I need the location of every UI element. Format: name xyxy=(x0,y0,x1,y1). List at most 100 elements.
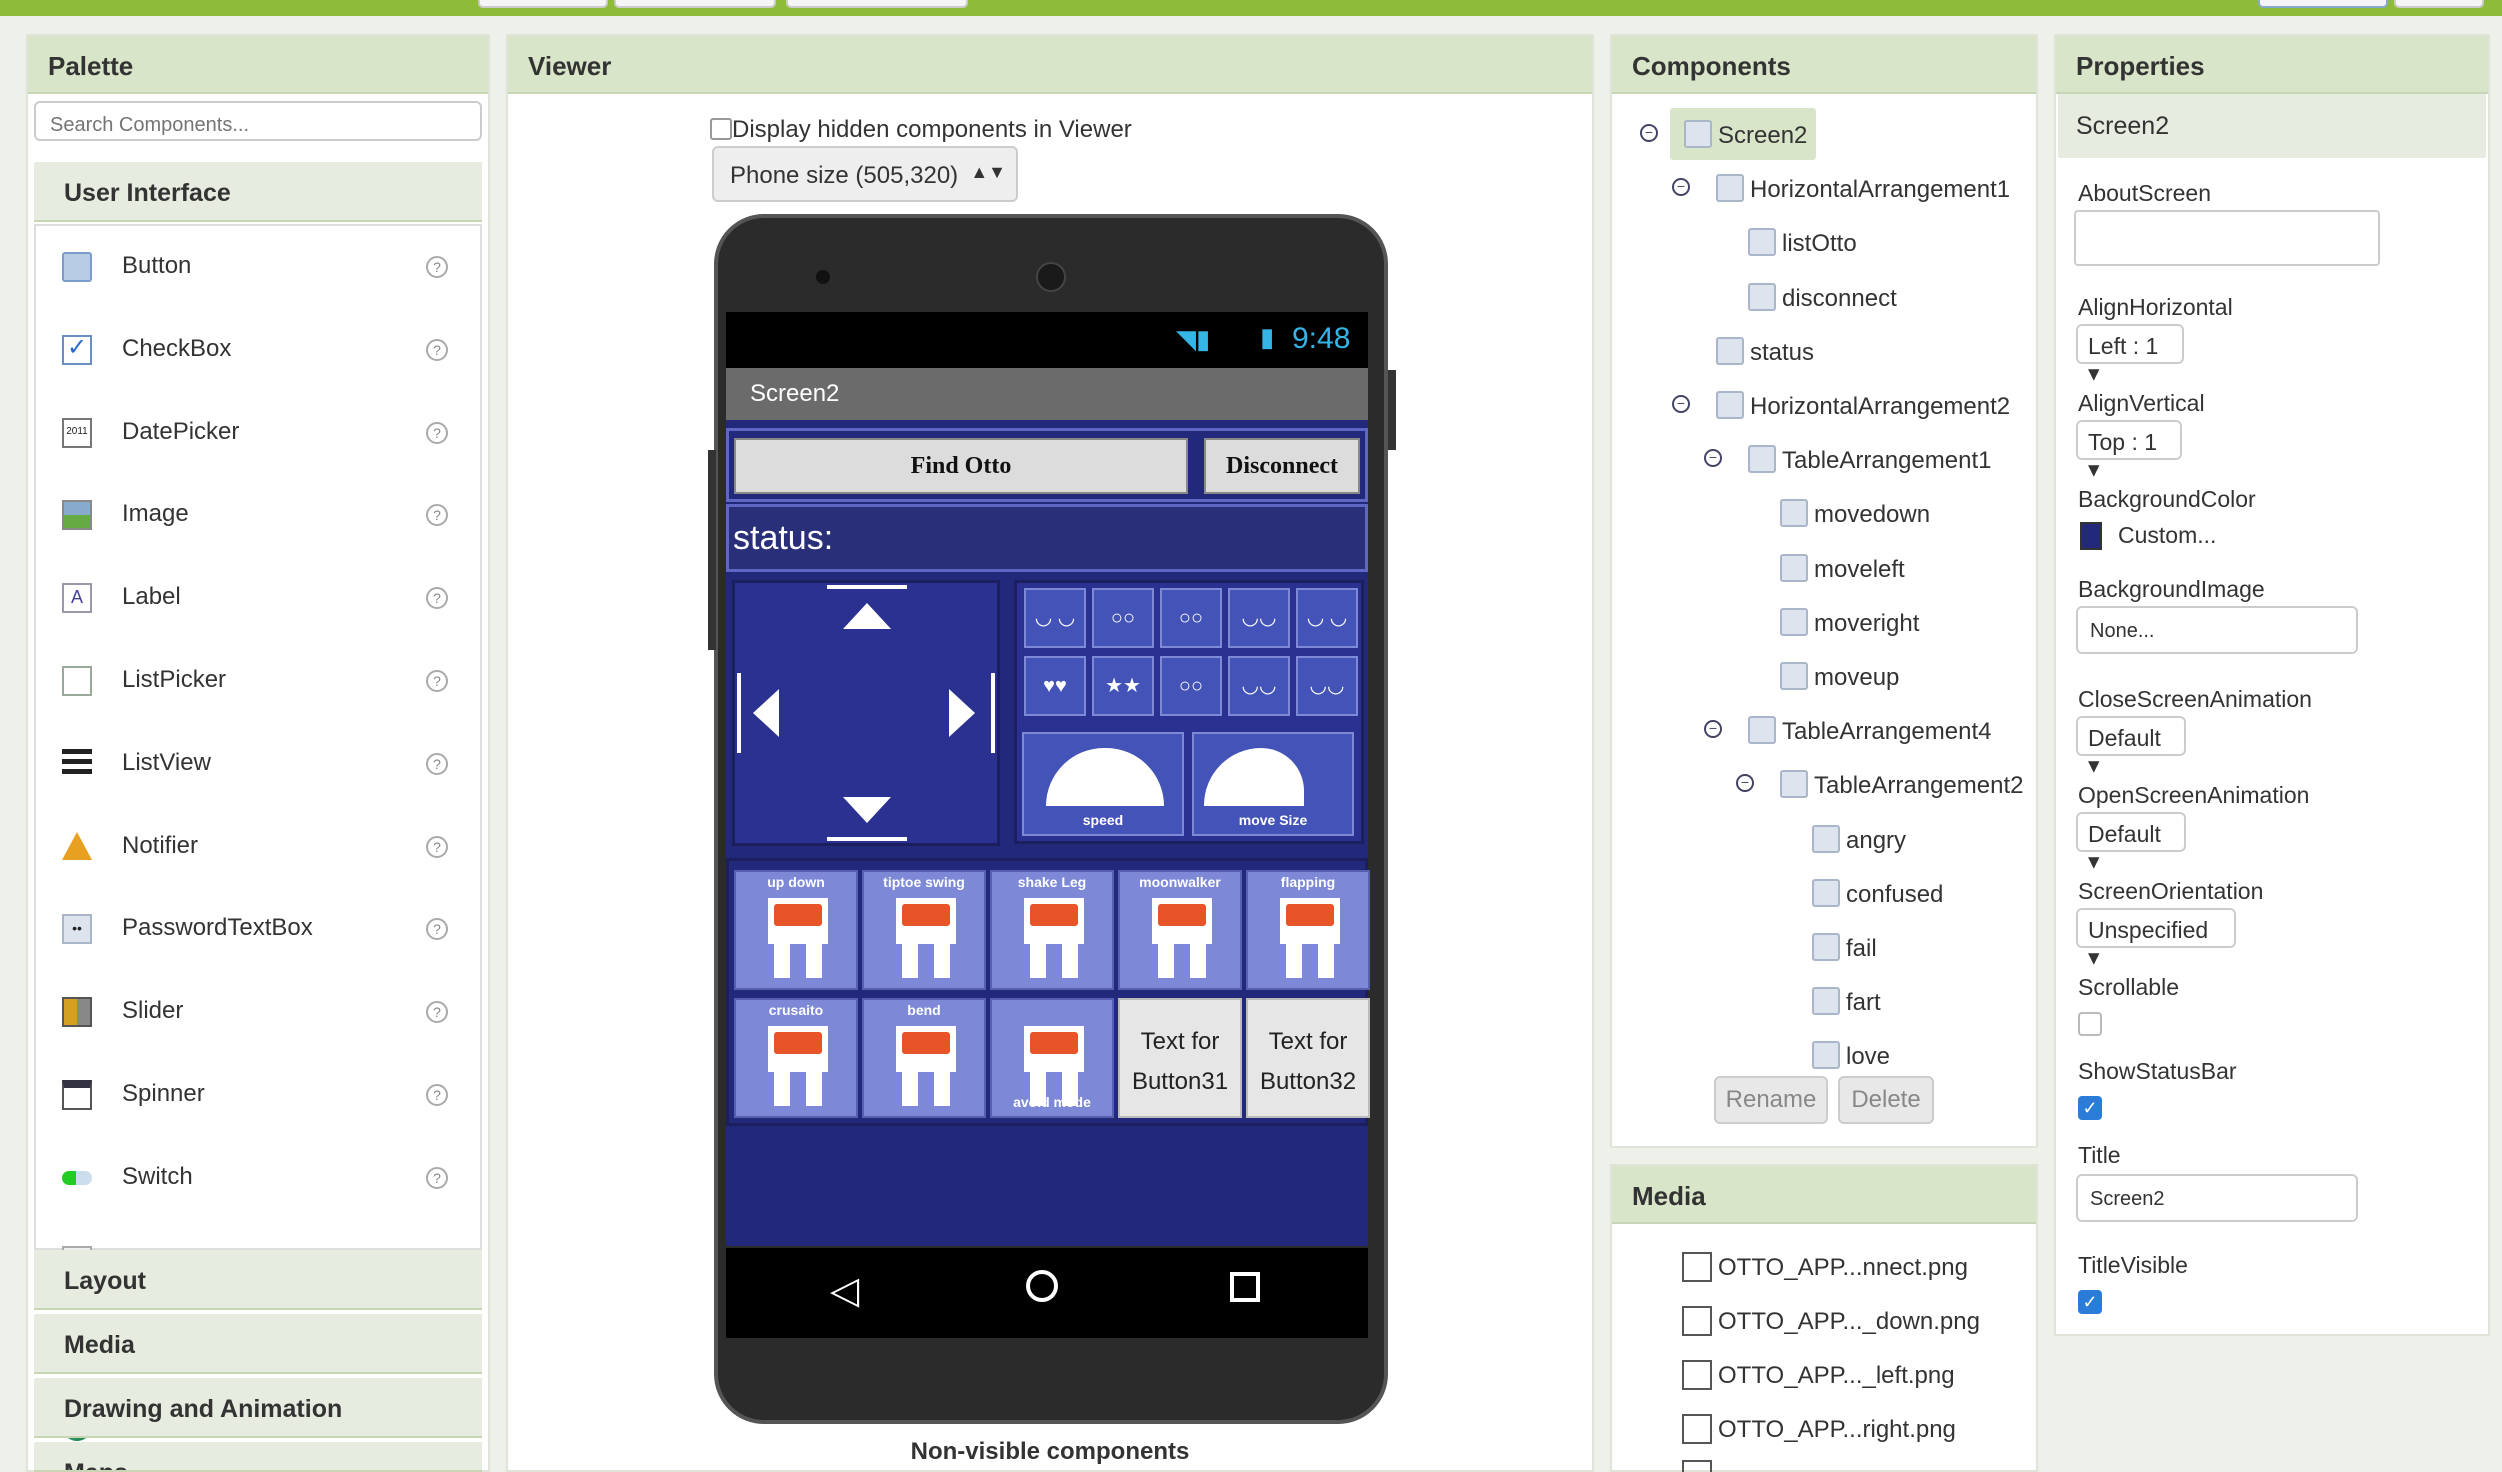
love-face-button[interactable]: ♥♥ xyxy=(1024,656,1086,716)
recents-nav-icon[interactable] xyxy=(1230,1272,1260,1302)
move-tile-label: up down xyxy=(767,874,825,890)
move-tile-shake-leg[interactable]: shake Leg xyxy=(990,870,1114,990)
toolbar-button[interactable] xyxy=(2394,0,2484,8)
palette-item-listview[interactable]: ListView? xyxy=(62,743,462,783)
listpicker-icon xyxy=(62,666,92,696)
find-otto-button[interactable]: Find Otto xyxy=(734,438,1188,494)
rename-button[interactable]: Rename xyxy=(1714,1076,1828,1124)
otto-face-icon xyxy=(1286,904,1334,926)
help-icon[interactable]: ? xyxy=(426,504,448,527)
disconnect-button[interactable]: Disconnect xyxy=(1204,438,1360,494)
background-color-swatch[interactable] xyxy=(2080,522,2102,550)
dropdown-caret-icon: ▾ xyxy=(2088,456,2100,482)
button32[interactable]: Text for Button32 xyxy=(1246,998,1370,1118)
help-icon[interactable]: ? xyxy=(426,256,448,278)
move-size-button[interactable]: move Size xyxy=(1192,732,1354,836)
help-icon[interactable]: ? xyxy=(426,1166,448,1189)
button31[interactable]: Text for Button31 xyxy=(1118,998,1242,1118)
toolbar-button[interactable] xyxy=(614,0,776,8)
align-horizontal-dropdown[interactable]: Left : 1 ▾ xyxy=(2076,324,2184,386)
title-input[interactable]: Screen2 xyxy=(2076,1174,2358,1222)
back-nav-icon[interactable]: ◁ xyxy=(830,1268,859,1313)
face-button[interactable]: ○○ xyxy=(1092,588,1154,648)
palette-item-notifier[interactable]: Notifier? xyxy=(62,826,462,866)
align-vertical-label: AlignVertical xyxy=(2078,390,2205,416)
pad-line xyxy=(991,673,995,753)
background-image-picker[interactable]: None... xyxy=(2076,606,2358,654)
move-tile-flapping[interactable]: flapping xyxy=(1246,870,1370,990)
home-nav-icon[interactable] xyxy=(1026,1270,1058,1302)
palette-item-image[interactable]: Image? xyxy=(62,494,462,534)
palette-item-checkbox[interactable]: ✓ CheckBox? xyxy=(62,329,462,369)
category-layout[interactable]: Layout xyxy=(34,1250,482,1310)
palette-item-label: ListPicker xyxy=(122,666,227,693)
collapse-toggle-icon[interactable]: − xyxy=(1672,395,1690,413)
face-button[interactable]: ◡◡ xyxy=(1228,588,1290,648)
palette-item-switch[interactable]: Switch? xyxy=(62,1157,462,1197)
collapse-toggle-icon[interactable]: − xyxy=(1640,124,1658,142)
otto-leg-icon xyxy=(1158,944,1174,978)
palette-item-label[interactable]: A Label? xyxy=(62,577,462,617)
sad-face-button[interactable]: ○○ xyxy=(1160,656,1222,716)
palette-item-button[interactable]: Button? xyxy=(62,246,462,286)
palette-item-listpicker[interactable]: ListPicker? xyxy=(62,660,462,700)
toolbar-button[interactable] xyxy=(478,0,608,8)
star-face-button[interactable]: ★★ xyxy=(1092,656,1154,716)
help-icon[interactable]: ? xyxy=(426,338,448,361)
title-visible-checkbox[interactable]: ✓ xyxy=(2078,1290,2102,1314)
toolbar-button[interactable] xyxy=(2258,0,2388,8)
face-button[interactable]: ◡ ◡ xyxy=(1024,588,1086,648)
category-user-interface[interactable]: User Interface xyxy=(34,162,482,222)
about-screen-textarea[interactable] xyxy=(2074,210,2380,266)
palette-item-passwordtextbox[interactable]: •• PasswordTextBox? xyxy=(62,908,462,948)
move-tile-avoid-mode[interactable]: avoid mode xyxy=(990,998,1114,1118)
help-icon[interactable]: ? xyxy=(426,835,448,858)
show-status-bar-checkbox[interactable]: ✓ xyxy=(2078,1096,2102,1120)
close-animation-dropdown[interactable]: Default ▾ xyxy=(2076,716,2186,778)
face-button[interactable]: ◡◡ xyxy=(1296,656,1358,716)
delete-button[interactable]: Delete xyxy=(1838,1076,1934,1124)
phone-size-select[interactable]: Phone size (505,320) ▲▼ xyxy=(712,146,1018,202)
background-color-value[interactable]: Custom... xyxy=(2118,522,2216,549)
open-animation-label: OpenScreenAnimation xyxy=(2078,782,2310,808)
move-down-button[interactable] xyxy=(843,797,891,823)
move-up-button[interactable] xyxy=(843,603,891,629)
help-icon[interactable]: ? xyxy=(426,1001,448,1024)
move-tile-up-down[interactable]: up down xyxy=(734,870,858,990)
help-icon[interactable]: ? xyxy=(426,670,448,692)
face-button[interactable]: ○○ xyxy=(1160,588,1222,648)
otto-face-icon xyxy=(902,904,950,926)
screen-orientation-dropdown[interactable]: Unspecified ▾ xyxy=(2076,908,2236,970)
move-right-button[interactable] xyxy=(949,689,975,737)
face-button[interactable]: ◡◡ xyxy=(1228,656,1290,716)
display-hidden-checkbox[interactable] xyxy=(710,118,732,140)
search-components-input[interactable] xyxy=(34,101,482,141)
help-icon[interactable]: ? xyxy=(426,587,448,610)
face-button[interactable]: ◡ ◡ xyxy=(1296,588,1358,648)
toolbar-button[interactable] xyxy=(786,0,968,8)
help-icon[interactable]: ? xyxy=(426,421,448,444)
palette-item-spinner[interactable]: Spinner? xyxy=(62,1074,462,1114)
scrollable-checkbox[interactable] xyxy=(2078,1012,2102,1036)
move-left-button[interactable] xyxy=(753,689,779,737)
move-tile-crusaito[interactable]: crusaito xyxy=(734,998,858,1118)
help-icon[interactable]: ? xyxy=(426,918,448,941)
help-icon[interactable]: ? xyxy=(426,752,448,775)
move-tile-bend[interactable]: bend xyxy=(862,998,986,1118)
palette-item-slider[interactable]: Slider? xyxy=(62,991,462,1031)
otto-leg-icon xyxy=(902,1072,918,1106)
align-vertical-dropdown[interactable]: Top : 1 ▾ xyxy=(2076,420,2182,482)
component-icon xyxy=(1812,1041,1840,1070)
otto-leg-icon xyxy=(774,1072,790,1106)
help-icon[interactable]: ? xyxy=(426,1084,448,1106)
otto-leg-icon xyxy=(902,944,918,978)
category-maps[interactable]: Maps xyxy=(34,1442,482,1472)
move-tile-moonwalker[interactable]: moonwalker xyxy=(1118,870,1242,990)
category-media[interactable]: Media xyxy=(34,1314,482,1374)
palette-item-datepicker[interactable]: 2011 DatePicker? xyxy=(62,412,462,452)
dropdown-caret-icon: ▾ xyxy=(2088,944,2100,970)
move-tile-tiptoe-swing[interactable]: tiptoe swing xyxy=(862,870,986,990)
category-drawing-animation[interactable]: Drawing and Animation xyxy=(34,1378,482,1438)
speed-button[interactable]: speed xyxy=(1022,732,1184,836)
open-animation-dropdown[interactable]: Default ▾ xyxy=(2076,812,2186,874)
